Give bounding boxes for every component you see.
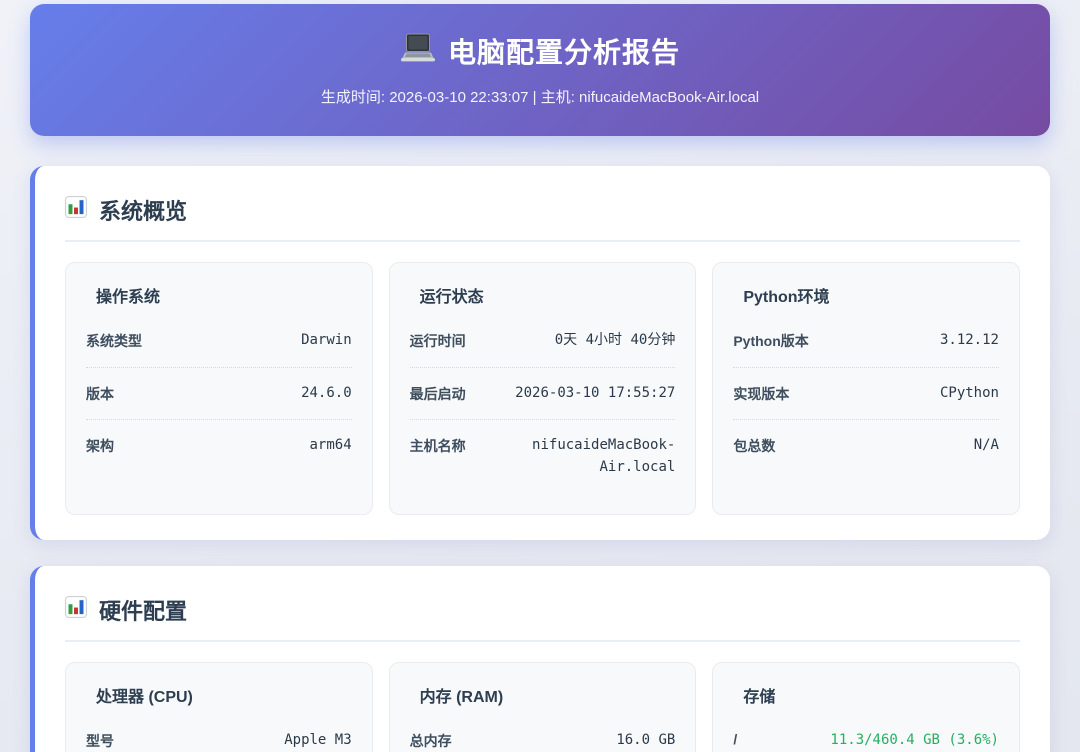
report-header: 电脑配置分析报告 生成时间: 2026-03-10 22:33:07 | 主机:… [30,4,1050,136]
row-value: 0天 4小时 40分钟 [555,330,676,352]
row-label: 运行时间 [410,330,466,351]
card-title-text: 运行状态 [420,283,484,307]
info-row: 实现版本 CPython [733,368,999,421]
card-grid: 处理器 (CPU) 型号 Apple M3 内存 (RAM) 总内存 16.0 GB 存储 /… [65,662,1020,752]
report-body: 系统概览操作系统系统类型 Darwin 版本 24.6.0 架构 arm64 运行状态运行时… [30,166,1050,752]
card-grid: 操作系统系统类型 Darwin 版本 24.6.0 架构 arm64 运行状态运行时间 0天 … [65,262,1020,515]
info-row: Python版本 3.12.12 [733,315,999,368]
info-row: 总内存 16.0 GB [410,715,676,752]
card-title: 内存 (RAM) [410,683,676,707]
section-title-text: 系统概览 [99,194,187,226]
card-title-text: 操作系统 [96,283,160,307]
row-label: Python版本 [733,330,808,351]
section-title: 系统概览 [65,194,1020,242]
info-row: 型号 Apple M3 [86,715,352,752]
section-system-overview: 系统概览操作系统系统类型 Darwin 版本 24.6.0 架构 arm64 运行状态运行时… [30,166,1050,540]
info-row: 包总数 N/A [733,420,999,472]
row-label: 总内存 [410,730,452,751]
laptop-icon [400,33,436,70]
row-value: nifucaideMacBook-Air.local [505,435,675,478]
info-card: 存储 / 11.3/460.4 GB (3.6%) [712,662,1020,752]
row-label: 包总数 [733,435,775,456]
row-value: N/A [974,435,999,457]
card-title-text: 存储 [743,683,775,707]
info-row: 架构 arm64 [86,420,352,472]
section-title-text: 硬件配置 [99,594,187,626]
card-title: Python环境 [733,283,999,307]
bar-chart-icon [65,596,87,624]
info-row: 版本 24.6.0 [86,368,352,421]
row-value: CPython [940,383,999,405]
info-card: 处理器 (CPU) 型号 Apple M3 [65,662,373,752]
row-label: 型号 [86,730,114,751]
row-label: 版本 [86,383,114,404]
info-row: 运行时间 0天 4小时 40分钟 [410,315,676,368]
row-label: 主机名称 [410,435,466,456]
info-card: Python环境 Python版本 3.12.12 实现版本 CPython 包总数 N/A [712,262,1020,515]
bar-chart-icon [65,196,87,224]
row-value: arm64 [310,435,352,457]
info-row: / 11.3/460.4 GB (3.6%) [733,715,999,752]
row-value: 2026-03-10 17:55:27 [515,383,675,405]
card-title-text: 内存 (RAM) [420,683,504,707]
row-value: 11.3/460.4 GB (3.6%) [830,730,999,752]
row-label: 最后启动 [410,383,466,404]
row-label: 架构 [86,435,114,456]
section-hardware-config: 硬件配置处理器 (CPU) 型号 Apple M3 内存 (RAM) 总内存 16.0 G… [30,566,1050,752]
card-title: 操作系统 [86,283,352,307]
row-value: 3.12.12 [940,330,999,352]
row-value: 16.0 GB [616,730,675,752]
page-title: 电脑配置分析报告 [50,31,1030,71]
info-card: 运行状态运行时间 0天 4小时 40分钟最后启动 2026-03-10 17:55:… [389,262,697,515]
card-title-text: 处理器 (CPU) [96,683,193,707]
info-card: 内存 (RAM) 总内存 16.0 GB [389,662,697,752]
row-value: 24.6.0 [301,383,352,405]
info-card: 操作系统系统类型 Darwin 版本 24.6.0 架构 arm64 [65,262,373,515]
card-title: 处理器 (CPU) [86,683,352,707]
section-title: 硬件配置 [65,594,1020,642]
report-page: 电脑配置分析报告 生成时间: 2026-03-10 22:33:07 | 主机:… [0,0,1080,752]
row-label: 系统类型 [86,330,142,351]
row-label: 实现版本 [733,383,789,404]
page-title-text: 电脑配置分析报告 [448,31,680,71]
card-title: 存储 [733,683,999,707]
card-title-text: Python环境 [743,283,829,307]
row-value: Apple M3 [284,730,351,752]
row-value: Darwin [301,330,352,352]
info-row: 系统类型 Darwin [86,315,352,368]
row-label: / [733,730,737,747]
info-row: 主机名称 nifucaideMacBook-Air.local [410,420,676,493]
report-meta: 生成时间: 2026-03-10 22:33:07 | 主机: nifucaid… [50,86,1030,107]
card-title: 运行状态 [410,283,676,307]
info-row: 最后启动 2026-03-10 17:55:27 [410,368,676,421]
